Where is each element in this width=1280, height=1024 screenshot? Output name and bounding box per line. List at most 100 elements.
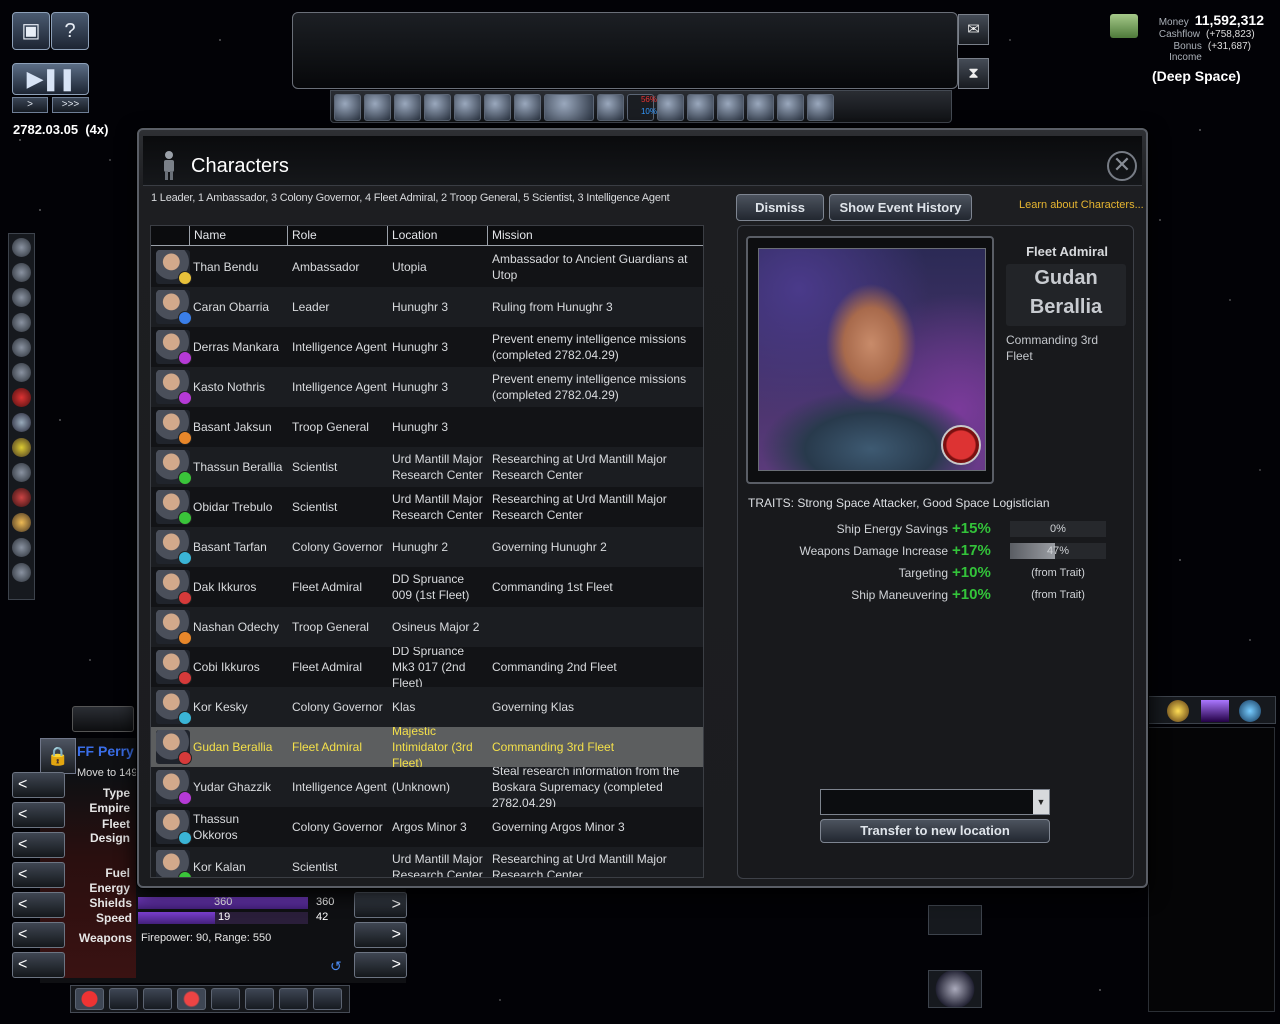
table-row[interactable]: Thassun Berallia Scientist Urd Mantill Maj…	[151, 447, 703, 487]
table-row[interactable]: Kor Kalan Scientist Urd Mantill Major Rese…	[151, 847, 703, 877]
table-row[interactable]: Derras Mankara Intelligence Agent Hunughr …	[151, 327, 703, 367]
design-icon[interactable]	[364, 94, 391, 121]
help-icon[interactable]: ?	[51, 12, 89, 50]
galaxy-icon[interactable]	[928, 970, 982, 1008]
scrap-icon[interactable]	[279, 988, 308, 1010]
column-role[interactable]: Role	[287, 226, 387, 246]
table-header: Name Role Location Mission	[151, 226, 703, 246]
table-row[interactable]: Basant Jaksun Troop General Hunughr 3	[151, 407, 703, 447]
civilian-ships-icon[interactable]	[777, 94, 804, 121]
satellite-icon[interactable]	[12, 313, 31, 332]
table-row[interactable]: Kasto Nothris Intelligence Agent Hunughr 3…	[151, 367, 703, 407]
character-name: Nashan Odechy	[193, 620, 280, 634]
stats-icon[interactable]: 56% 10%	[627, 94, 657, 121]
nav-troop-button[interactable]: <	[12, 892, 65, 918]
flag-icon[interactable]	[12, 463, 31, 482]
table-row[interactable]: Yudar Ghazzik Intelligence Agent (Unknown)…	[151, 767, 703, 807]
nebula-icon[interactable]	[1201, 700, 1229, 722]
mining-icon[interactable]	[687, 94, 714, 121]
intelligence-icon[interactable]	[657, 94, 684, 121]
tax-icon[interactable]	[454, 94, 481, 121]
column-name[interactable]: Name	[189, 226, 287, 246]
ship-panel-tab[interactable]	[72, 706, 134, 732]
empire-flag-icon[interactable]	[544, 94, 594, 121]
characters-icon[interactable]	[484, 94, 511, 121]
nav-next-alert-button[interactable]: >	[354, 952, 407, 978]
nav-next-troop-button[interactable]: >	[354, 892, 407, 918]
table-row[interactable]: Dak Ikkuros Fleet Admiral DD Spruance 009 …	[151, 567, 703, 607]
column-mission[interactable]: Mission	[487, 226, 703, 246]
column-location[interactable]: Location	[387, 226, 487, 246]
troop-icon[interactable]	[12, 363, 31, 382]
minimap-panel[interactable]	[1148, 727, 1275, 1012]
location-select[interactable]: ▼	[820, 789, 1050, 815]
alarm-icon[interactable]	[177, 988, 206, 1010]
table-row[interactable]: Gudan Berallia Fleet Admiral Majestic Inti…	[151, 727, 703, 767]
nav-base-button[interactable]: <	[12, 862, 65, 888]
dismiss-button[interactable]: Dismiss	[736, 194, 824, 221]
diplomacy-icon[interactable]	[514, 94, 541, 121]
mining-icon[interactable]	[12, 338, 31, 357]
character-name: Basant Jaksun	[193, 420, 272, 434]
empty-slot-icon[interactable]	[211, 988, 240, 1010]
lightbulb-icon[interactable]	[12, 513, 31, 532]
zoom-icon[interactable]	[928, 905, 982, 935]
empty-slot-2-icon[interactable]	[313, 988, 342, 1010]
ring-planet-icon[interactable]	[12, 538, 31, 557]
table-row[interactable]: Than Bendu Ambassador Utopia Ambassador to …	[151, 247, 703, 287]
table-row[interactable]: Basant Tarfan Colony Governor Hunughr 2 Gov…	[151, 527, 703, 567]
table-row[interactable]: Kor Kesky Colony Governor Klas Governing Kl…	[151, 687, 703, 727]
table-row[interactable]: Nashan Odechy Troop General Osineus Major …	[151, 607, 703, 647]
target-icon[interactable]	[12, 388, 31, 407]
nav-alert-button[interactable]: <	[12, 952, 65, 978]
character-location: (Unknown)	[392, 780, 451, 794]
speed-slow-button[interactable]: >	[12, 97, 48, 113]
station-icon[interactable]	[12, 288, 31, 307]
stop-icon[interactable]	[75, 988, 104, 1010]
messages-icon[interactable]: ✉	[958, 14, 989, 45]
nav-planet-button[interactable]: <	[12, 772, 65, 798]
bases-icon[interactable]	[807, 94, 834, 121]
character-role: Fleet Admiral	[292, 740, 363, 754]
chevron-down-icon[interactable]: ▼	[1033, 790, 1049, 814]
speed-fast-button[interactable]: >>>	[52, 97, 89, 113]
ship-icon[interactable]	[12, 263, 31, 282]
pie-chart-icon[interactable]	[394, 94, 421, 121]
retreat-icon[interactable]	[245, 988, 274, 1010]
refresh-icon[interactable]: ↺	[330, 958, 342, 975]
message-bar[interactable]	[292, 12, 958, 89]
hourglass-icon[interactable]: ⧗	[958, 58, 989, 89]
display-settings-icon[interactable]: ▣	[12, 12, 50, 50]
list-icon[interactable]	[109, 988, 138, 1010]
military-ships-icon[interactable]	[747, 94, 774, 121]
table-row[interactable]: Thassun Okkoros Colony Governor Argos Mino…	[151, 807, 703, 847]
table-row[interactable]: Cobi Ikkuros Fleet Admiral DD Spruance Mk3…	[151, 647, 703, 687]
nav-ship-button[interactable]: <	[12, 802, 65, 828]
table-row[interactable]: Obidar Trebulo Scientist Urd Mantill Major…	[151, 487, 703, 527]
gear-icon[interactable]	[12, 563, 31, 582]
cancel-icon[interactable]	[12, 488, 31, 507]
play-pause-button[interactable]: ▶❚❚	[12, 63, 89, 95]
show-event-history-button[interactable]: Show Event History	[829, 194, 972, 221]
star-icon[interactable]	[12, 413, 31, 432]
planet-icon[interactable]	[12, 238, 31, 257]
galaxy-map-icon[interactable]	[334, 94, 361, 121]
nav-fleet-button[interactable]: <	[12, 832, 65, 858]
upgrade-icon[interactable]	[143, 988, 172, 1010]
research-icon[interactable]	[597, 94, 624, 121]
nav-next-mech-button[interactable]: >	[354, 922, 407, 948]
policy-icon[interactable]	[424, 94, 451, 121]
table-row[interactable]: Caran Obarria Leader Hunughr 3 Ruling from …	[151, 287, 703, 327]
globe-icon[interactable]	[1239, 700, 1261, 722]
role-badge-icon	[178, 471, 192, 485]
construction-icon[interactable]	[717, 94, 744, 121]
lock-icon[interactable]: 🔒	[40, 738, 76, 774]
transfer-button[interactable]: Transfer to new location	[820, 819, 1050, 843]
lightning-icon[interactable]	[12, 438, 31, 457]
right-icon-bar	[1140, 696, 1276, 724]
character-name: Than Bendu	[193, 260, 259, 274]
nav-mech-button[interactable]: <	[12, 922, 65, 948]
learn-about-characters-link[interactable]: Learn about Characters...	[1019, 199, 1144, 211]
lightbulb-icon[interactable]	[1167, 700, 1189, 722]
close-icon[interactable]: ✕	[1107, 151, 1137, 181]
